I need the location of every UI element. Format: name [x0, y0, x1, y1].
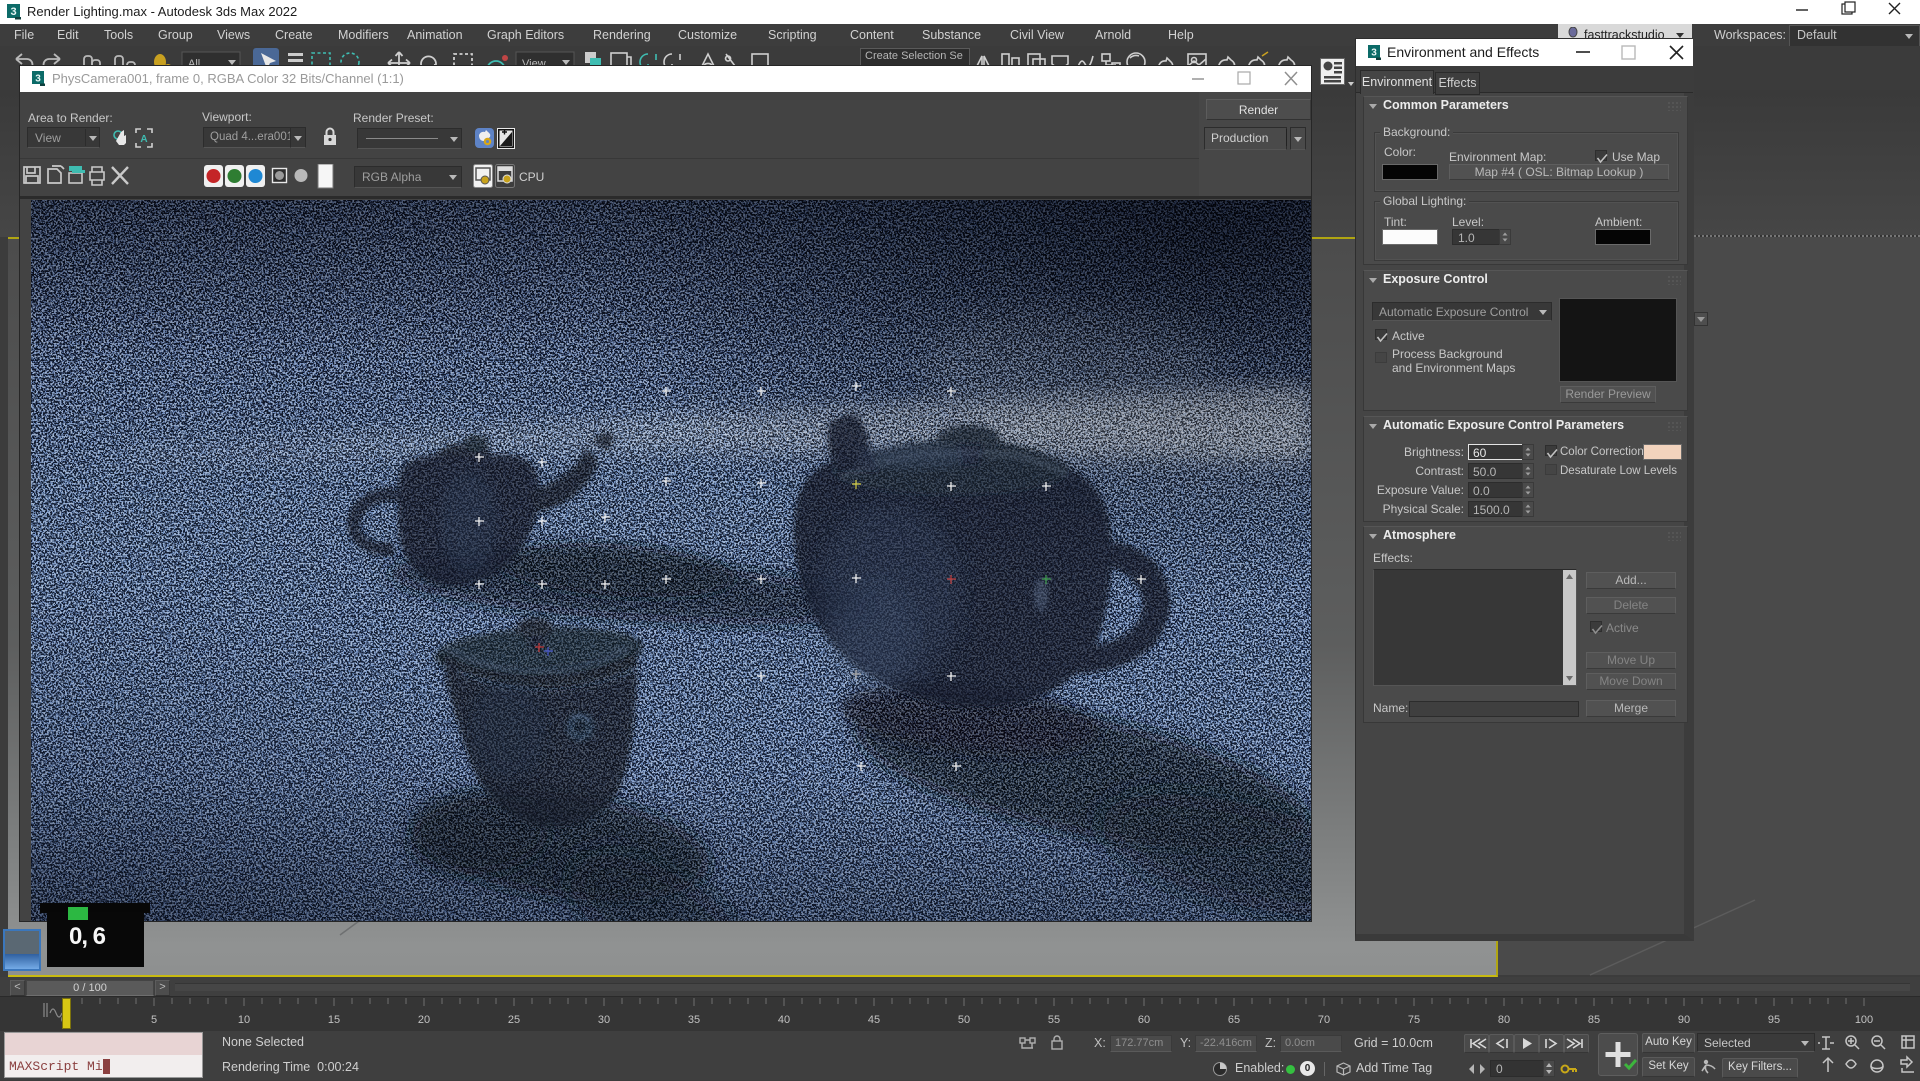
svg-text:20: 20	[418, 1014, 430, 1026]
svg-text:95: 95	[1768, 1014, 1780, 1026]
svg-text:85: 85	[1588, 1014, 1600, 1026]
svg-text:60: 60	[1138, 1014, 1150, 1026]
svg-text:65: 65	[1228, 1014, 1240, 1026]
svg-text:55: 55	[1048, 1014, 1060, 1026]
svg-text:3: 3	[35, 74, 41, 85]
svg-text:100: 100	[1855, 1014, 1873, 1026]
svg-text:75: 75	[1408, 1014, 1420, 1026]
svg-text:50: 50	[958, 1014, 970, 1026]
svg-text:35: 35	[688, 1014, 700, 1026]
svg-text:80: 80	[1498, 1014, 1510, 1026]
svg-text:90: 90	[1678, 1014, 1690, 1026]
svg-text:70: 70	[1318, 1014, 1330, 1026]
svg-text:25: 25	[508, 1014, 520, 1026]
svg-text:10: 10	[238, 1014, 250, 1026]
svg-text:A: A	[140, 134, 147, 145]
svg-text:45: 45	[868, 1014, 880, 1026]
svg-text:15: 15	[328, 1014, 340, 1026]
svg-text:3: 3	[1371, 48, 1377, 59]
svg-text:5: 5	[151, 1014, 157, 1026]
svg-text:30: 30	[598, 1014, 610, 1026]
svg-text:40: 40	[778, 1014, 790, 1026]
svg-text:3: 3	[10, 6, 16, 18]
